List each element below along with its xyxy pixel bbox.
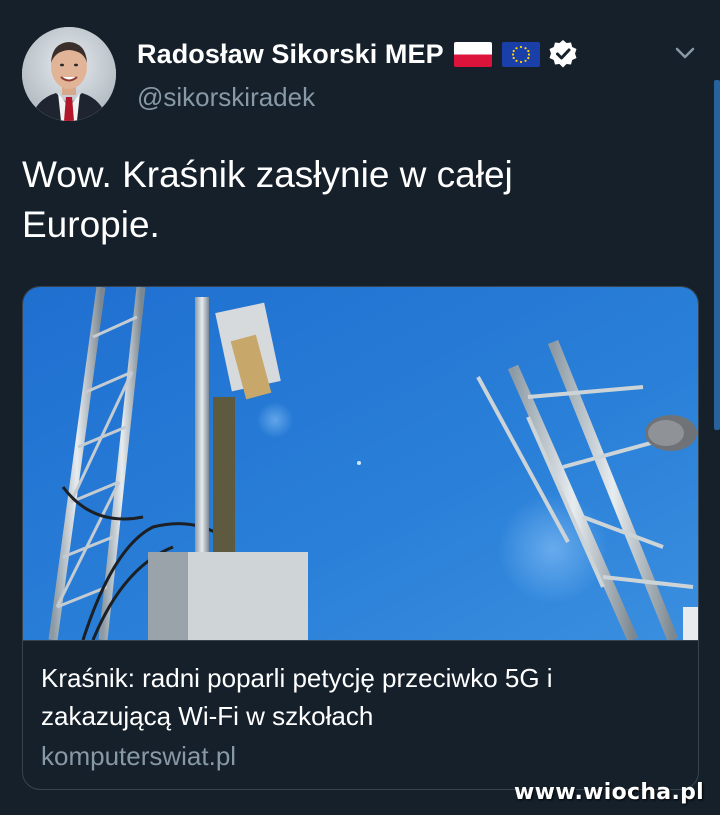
tweet-text-line: Europie. <box>22 204 160 245</box>
card-title-line: Kraśnik: radni poparli petycję przeciwko… <box>41 663 553 693</box>
chevron-down-icon[interactable] <box>672 40 698 66</box>
eu-flag-icon <box>501 41 540 67</box>
cell-towers-photo <box>23 287 698 640</box>
verified-badge-icon <box>548 39 578 69</box>
tweet-text-line: Wow. Kraśnik zasłynie w całej <box>22 154 513 195</box>
author-name-row: Radosław Sikorski MEP <box>137 34 578 74</box>
poland-flag-icon <box>453 41 492 67</box>
avatar[interactable] <box>22 27 116 121</box>
profile-photo <box>22 27 116 121</box>
author-handle[interactable]: @sikorskiradek <box>137 82 315 113</box>
card-domain[interactable]: komputerswiat.pl <box>41 741 236 772</box>
card-title-line: zakazującą Wi-Fi w szkołach <box>41 701 374 731</box>
watermark: www.wiocha.pl <box>514 780 704 805</box>
link-preview-card[interactable]: Kraśnik: radni poparli petycję przeciwko… <box>22 286 699 790</box>
scrollbar[interactable] <box>714 80 720 430</box>
card-divider <box>23 640 698 641</box>
card-title[interactable]: Kraśnik: radni poparli petycję przeciwko… <box>41 659 681 735</box>
tweet-text: Wow. Kraśnik zasłynie w całej Europie. <box>22 150 682 250</box>
display-name[interactable]: Radosław Sikorski MEP <box>137 39 444 70</box>
tweet[interactable]: Radosław Sikorski MEP @sikorskiradek Wow… <box>0 0 720 815</box>
